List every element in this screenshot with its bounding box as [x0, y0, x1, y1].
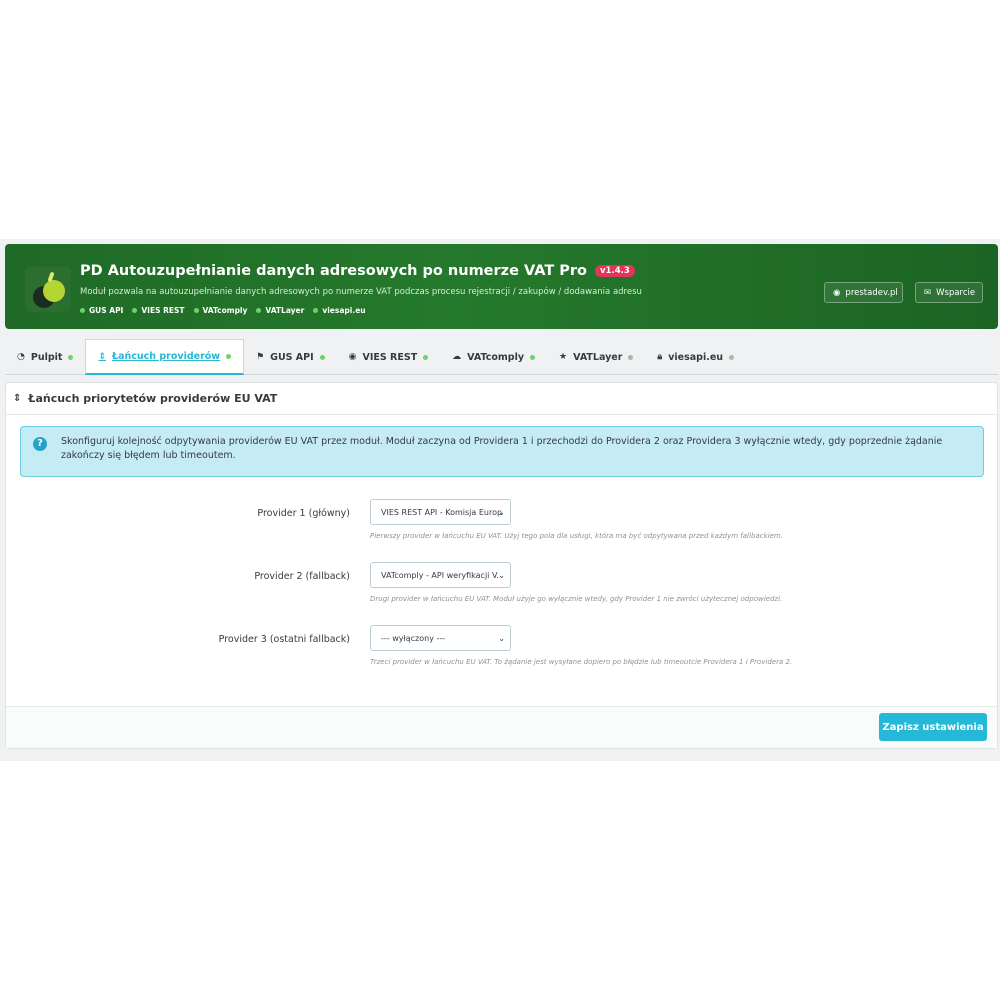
provider-1-select[interactable]: VIES REST API - Komisja Europ ⌄	[370, 499, 511, 525]
provider-3-select[interactable]: --- wyłączony --- ⌄	[370, 625, 511, 651]
save-settings-button[interactable]: Zapisz ustawienia	[879, 713, 987, 741]
sort-icon: ⇕	[13, 393, 22, 404]
chevron-down-icon: ⌄	[498, 571, 505, 580]
status-dot-icon	[313, 308, 319, 313]
provider-status-vatlayer: VATLayer	[256, 306, 304, 315]
version-badge: v1.4.3	[595, 265, 635, 277]
provider-3-label: Provider 3 (ostatni fallback)	[218, 634, 350, 645]
globe-icon: ◉	[833, 287, 841, 298]
tab-dashboard[interactable]: ◔ Pulpit	[5, 339, 85, 375]
info-alert: ? Skonfiguruj kolejność odpytywania prov…	[20, 426, 984, 477]
provider-3-help: Trzeci provider w łańcuchu EU VAT. To żą…	[370, 658, 793, 666]
tab-vatcomply[interactable]: ☁ VATcomply	[440, 339, 547, 375]
globe-icon: ◉	[348, 352, 357, 362]
provider-status-vatcomply: VATcomply	[193, 306, 247, 315]
status-dot-icon	[226, 354, 232, 359]
tab-provider-chain[interactable]: ⇕ Łańcuch providerów	[85, 339, 245, 375]
flag-icon: ⚑	[256, 352, 265, 362]
provider-1-label: Provider 1 (główny)	[257, 508, 350, 519]
provider-1-help: Pierwszy provider w łańcuchu EU VAT. Uży…	[370, 532, 783, 540]
tab-vatlayer[interactable]: ★ VATLayer	[547, 339, 645, 375]
status-dot-icon	[193, 308, 199, 313]
tab-gus-api[interactable]: ⚑ GUS API	[244, 339, 337, 375]
module-page: PD Autouzupełnianie danych adresowych po…	[0, 239, 1000, 761]
status-dot-icon	[530, 354, 536, 360]
provider-status-list: GUS API VIES REST VATcomply VATLayer vie…	[80, 306, 366, 315]
provider-2-select[interactable]: VATcomply - API weryfikacji V. ⌄	[370, 562, 511, 588]
tab-vies-rest[interactable]: ◉ VIES REST	[337, 339, 441, 375]
provider-chain-panel: ⇕ Łańcuch priorytetów providerów EU VAT …	[5, 382, 998, 749]
website-link-button[interactable]: ◉ prestadev.pl	[824, 282, 903, 303]
status-dot-icon	[256, 308, 262, 313]
star-icon: ★	[559, 352, 568, 362]
status-dot-icon	[319, 354, 325, 360]
info-alert-text: Skonfiguruj kolejność odpytywania provid…	[61, 436, 943, 461]
status-dot-icon	[68, 354, 74, 360]
cloud-icon: ☁	[452, 352, 462, 362]
provider-2-label: Provider 2 (fallback)	[254, 571, 350, 582]
provider-status-vies: VIES REST	[132, 306, 185, 315]
chevron-down-icon: ⌄	[498, 508, 505, 517]
provider-status-viesapi: viesapi.eu	[313, 306, 366, 315]
lock-icon: 🔒︎	[657, 352, 663, 362]
status-dot-icon	[628, 354, 634, 360]
panel-title: Łańcuch priorytetów providerów EU VAT	[28, 392, 278, 405]
module-subtitle: Moduł pozwala na autouzupełnianie danych…	[80, 287, 642, 297]
module-logo	[25, 266, 71, 312]
chevron-down-icon: ⌄	[498, 634, 505, 643]
status-dot-icon	[132, 308, 138, 313]
envelope-icon: ✉	[924, 287, 932, 298]
status-dot-icon	[729, 354, 735, 360]
module-header: PD Autouzupełnianie danych adresowych po…	[5, 244, 998, 329]
support-button[interactable]: ✉ Wsparcie	[915, 282, 983, 303]
status-dot-icon	[423, 354, 429, 360]
panel-footer: Zapisz ustawienia	[6, 706, 997, 748]
provider-status-gus: GUS API	[80, 306, 123, 315]
dashboard-icon: ◔	[17, 352, 25, 362]
module-tabs: ◔ Pulpit ⇕ Łańcuch providerów ⚑ GUS API …	[5, 339, 998, 375]
module-title: PD Autouzupełnianie danych adresowych po…	[80, 263, 588, 279]
sort-icon: ⇕	[98, 351, 106, 362]
question-icon: ?	[33, 437, 47, 451]
panel-header: ⇕ Łańcuch priorytetów providerów EU VAT	[6, 383, 997, 415]
tab-viesapi[interactable]: 🔒︎ viesapi.eu	[645, 339, 746, 375]
status-dot-icon	[80, 308, 85, 313]
provider-2-help: Drugi provider w łańcuchu EU VAT. Moduł …	[370, 595, 783, 603]
